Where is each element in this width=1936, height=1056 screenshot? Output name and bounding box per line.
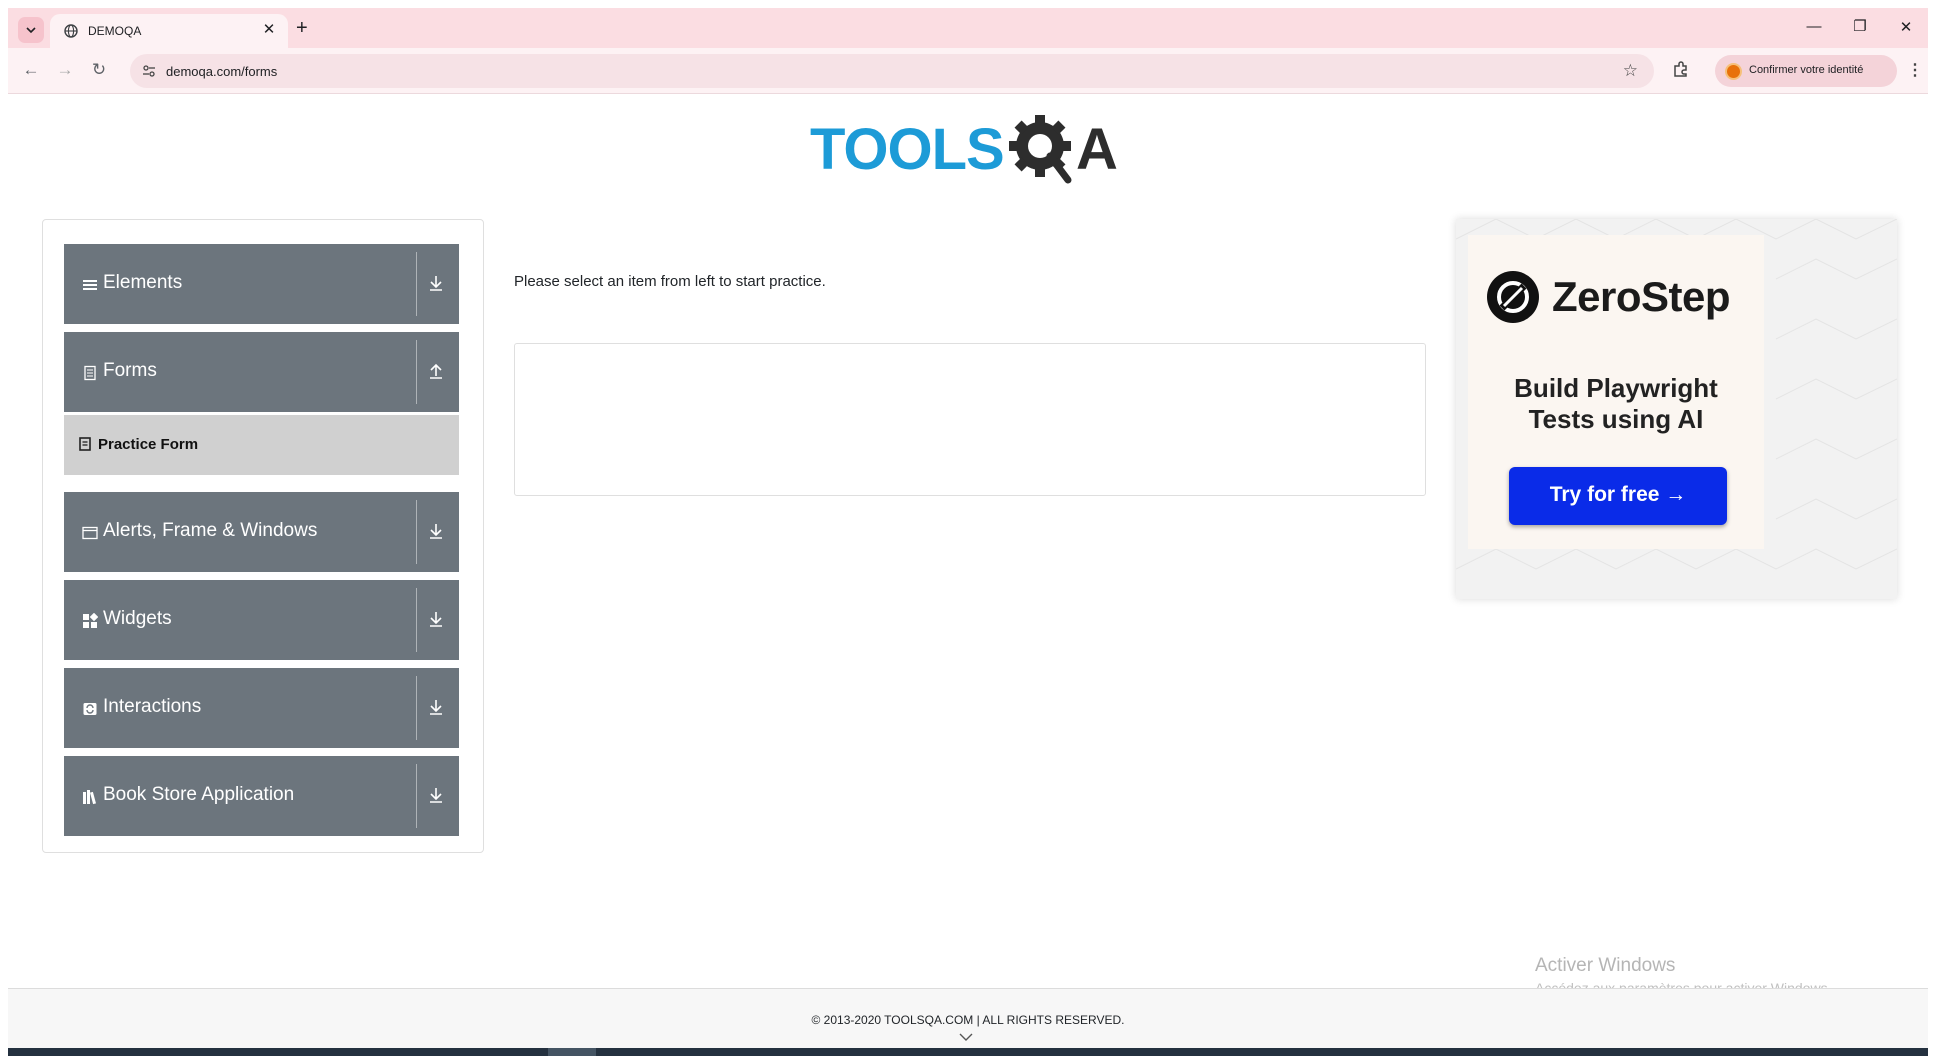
sidebar-group-interactions[interactable]: Interactions [64,668,459,748]
sidebar-group-elements[interactable]: Elements [64,244,459,324]
window-icon [82,526,98,540]
sidebar-group-book-store[interactable]: Book Store Application [64,756,459,836]
forward-icon[interactable]: → [54,60,76,80]
sidebar-group-label: Widgets [103,608,172,629]
divider [416,252,417,316]
url-text[interactable]: demoqa.com/forms [166,64,277,79]
chevron-down-icon[interactable] [959,1033,973,1041]
download-arrow-icon [430,612,442,627]
upload-arrow-icon [430,363,442,379]
minimize-icon[interactable]: — [1804,18,1824,35]
extensions-icon[interactable] [1672,60,1690,78]
divider [416,764,417,828]
footer: © 2013-2020 TOOLSQA.COM | ALL RIGHTS RES… [8,988,1928,1048]
sidebar-group-label: Forms [103,360,157,381]
tab-title: DEMOQA [88,24,142,38]
advertisement[interactable]: ZeroStep Build Playwright Tests using AI… [1456,219,1897,599]
download-arrow-icon [430,700,442,715]
avatar [1725,63,1742,80]
site-settings-icon[interactable] [142,64,156,78]
profile-label: Confirmer votre identité [1749,64,1864,76]
sidebar-group-label: Alerts, Frame & Windows [103,520,318,541]
widgets-icon [83,613,98,628]
sidebar-group-label: Interactions [103,696,202,717]
books-icon [83,790,97,805]
reload-icon[interactable]: ↻ [88,60,110,80]
download-arrow-icon [430,788,442,803]
sidebar-group-forms[interactable]: Forms [64,332,459,412]
ad-headline: Build Playwright Tests using AI [1514,373,1718,434]
divider [416,588,417,652]
sidebar-group-alerts-frame-windows[interactable]: Alerts, Frame & Windows [64,492,459,572]
back-icon[interactable]: ← [20,60,42,80]
divider [416,676,417,740]
download-arrow-icon [430,524,442,539]
sidebar-group-widgets[interactable]: Widgets [64,580,459,660]
tab-search-button[interactable] [18,17,44,43]
svg-text:A: A [1076,117,1118,182]
browser-menu-icon[interactable]: ⋮ [1907,60,1923,80]
chevron-down-icon [26,27,36,34]
taskbar-item[interactable] [548,1048,596,1056]
hamburger-icon [83,280,97,290]
interactions-icon [83,703,97,715]
footer-copyright: © 2013-2020 TOOLSQA.COM | ALL RIGHTS RES… [811,1013,1125,1027]
globe-icon [64,24,78,38]
browser-tab[interactable]: DEMOQA ✕ [50,14,288,48]
svg-text:TOOLS: TOOLS [810,117,1004,182]
windows-activation-title: Activer Windows [1535,955,1676,976]
download-arrow-icon [430,276,442,291]
new-tab-icon[interactable]: + [296,18,308,38]
close-tab-icon[interactable]: ✕ [260,21,278,39]
ad-cta-button[interactable]: Try for free → [1509,467,1727,525]
browser-toolbar: ← → ↻ demoqa.com/forms ☆ Confirmer votre… [8,48,1928,94]
divider [416,500,417,564]
address-bar[interactable]: demoqa.com/forms ☆ [130,54,1654,88]
ad-card: ZeroStep Build Playwright Tests using AI… [1468,235,1764,549]
sidebar-item-practice-form[interactable]: Practice Form [64,415,459,475]
content-panel [514,343,1426,496]
browser-tab-strip: DEMOQA ✕ + — ❐ ✕ [8,8,1928,48]
close-window-icon[interactable]: ✕ [1896,18,1916,36]
sidebar-group-label: Elements [103,272,183,293]
profile-button[interactable]: Confirmer votre identité [1715,55,1897,87]
zerostep-logo-icon [1487,271,1539,323]
bookmark-star-icon[interactable]: ☆ [1623,61,1638,81]
instruction-text: Please select an item from left to start… [514,273,826,290]
sidebar: Elements Forms Practice Form Alerts, Fra… [42,219,484,853]
divider [416,340,417,404]
sidebar-item-label: Practice Form [98,436,199,453]
ad-brand-name: ZeroStep [1552,273,1731,320]
sidebar-group-label: Book Store Application [103,784,295,805]
document-icon [84,365,96,381]
restore-icon[interactable]: ❐ [1850,17,1870,35]
taskbar [8,1048,1928,1056]
toolsqa-logo[interactable]: TOOLS A [810,108,1134,186]
form-icon [79,437,91,451]
